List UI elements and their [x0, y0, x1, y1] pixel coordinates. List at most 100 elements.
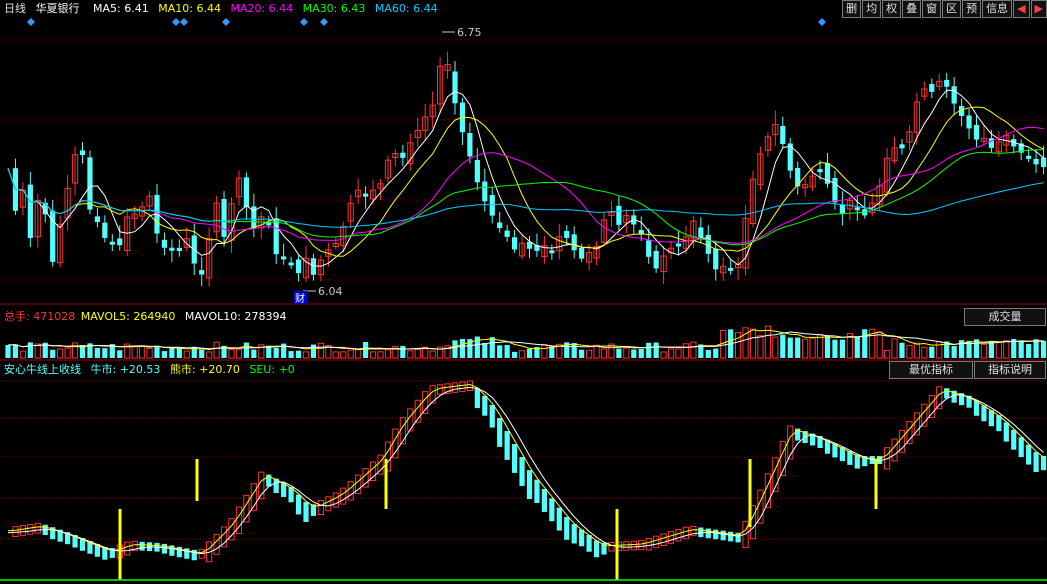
indicator-bar-bull	[630, 540, 637, 551]
event-diamond-icon	[222, 18, 230, 26]
indicator-title[interactable]: 安心牛线上收线	[4, 363, 81, 376]
volume-bar-up	[235, 349, 243, 359]
indicator-description-button[interactable]: 指标说明	[974, 361, 1046, 379]
volume-bar-down	[929, 346, 935, 358]
volume-bar-up	[593, 344, 600, 359]
ma10-line	[7, 106, 1044, 257]
volume-bar-down	[50, 349, 56, 358]
volume-bar-down	[1033, 339, 1039, 358]
volume-bar-up	[682, 343, 690, 359]
volume-bar-down	[1018, 340, 1024, 358]
indicator-bar-bear	[504, 431, 510, 460]
indicator-bar-bear	[586, 535, 592, 552]
volume-bar-up	[600, 348, 608, 359]
volume-bar-down	[713, 348, 719, 358]
indicator-bar-bear	[161, 543, 168, 554]
candle-body-down	[221, 199, 227, 237]
candle-body-down	[899, 144, 905, 149]
candle-body-down	[288, 262, 294, 266]
indicator-bar-bear	[713, 529, 719, 540]
volume-bar-up	[936, 341, 943, 359]
indicator-bar-bull	[623, 541, 630, 551]
volume-panel: 总手: 471028 MAVOL5: 264940 MAVOL10: 27839…	[0, 305, 1047, 361]
volume-bar-up	[57, 348, 64, 359]
volume-bar-down	[832, 339, 838, 358]
volume-bar-up	[131, 345, 138, 359]
volume-bar-up	[690, 341, 697, 359]
candle-body-down	[646, 240, 652, 257]
volume-bar-down	[951, 346, 957, 358]
volume-bar-down	[780, 334, 786, 358]
indicator-bar-bull	[19, 525, 26, 536]
indicator-bar-bull	[392, 428, 399, 459]
candle-body-down	[1033, 158, 1039, 165]
candle-body-down	[79, 150, 86, 155]
volume-bar-down	[646, 342, 652, 358]
candle-body-down	[482, 181, 488, 202]
volume-bar-up	[19, 350, 26, 359]
volume-bar-down	[363, 342, 369, 358]
volume-bar-down	[653, 342, 659, 358]
total-volume-label: 总手: 471028	[4, 310, 76, 323]
candle-body-down	[504, 230, 510, 237]
volume-bar-down	[787, 337, 793, 358]
volume-bar-up	[735, 332, 742, 359]
candle-body-down	[363, 193, 369, 197]
indicator-panel: 安心牛线上收线 牛市: +20.53 熊市: +20.70 SEU: +0 最优…	[0, 361, 1047, 584]
mavol10-label: MAVOL10: 278394	[184, 310, 287, 323]
candle-body-down	[571, 234, 577, 251]
volume-bar-down	[512, 351, 518, 358]
indicator-bar-bear	[541, 489, 547, 512]
volume-bar-up	[347, 349, 354, 359]
candle-body-down	[951, 86, 957, 104]
volume-bar-down	[839, 339, 845, 358]
indicator-bar-bull	[347, 481, 354, 501]
candle-body-down	[728, 267, 734, 271]
volume-bar-down	[27, 342, 33, 358]
price-chart[interactable]: 6.75 6.04 财	[0, 0, 1047, 305]
volume-bar-down	[117, 350, 123, 358]
candle-body-down	[1026, 155, 1032, 159]
indicator-bar-bear	[139, 541, 145, 551]
candle-body-down	[273, 218, 279, 255]
volume-bar-down	[12, 344, 19, 358]
volume-bar-up	[921, 346, 928, 359]
event-diamond-icon	[320, 18, 328, 26]
volume-bar-up	[213, 341, 220, 359]
candle-body-down	[579, 247, 585, 259]
volume-header: 总手: 471028 MAVOL5: 264940 MAVOL10: 27839…	[4, 310, 293, 324]
indicator-bar-bull	[660, 533, 667, 546]
indicator-bar-bear	[534, 479, 540, 503]
indicator-bar-bull	[220, 526, 228, 548]
indicator-bar-bear	[988, 410, 994, 427]
volume-bar-down	[102, 348, 108, 358]
candle-body-down	[467, 133, 473, 157]
indicator-bar-bull	[608, 541, 615, 552]
indicator-bar-bear	[593, 540, 600, 558]
indicator-bar-bull	[645, 537, 652, 551]
indicator-chart[interactable]	[0, 361, 1047, 584]
indicator-bar-bull	[451, 382, 459, 393]
volume-indicator-select[interactable]: 成交量	[964, 308, 1046, 326]
volume-bar-up	[228, 349, 235, 359]
volume-bar-down	[169, 347, 175, 358]
best-indicator-button[interactable]: 最优指标	[889, 361, 973, 379]
volume-bar-up	[884, 350, 891, 359]
mavol10-line	[7, 331, 1044, 350]
volume-bar-down	[795, 337, 801, 358]
volume-bar-up	[876, 331, 883, 359]
volume-bar-down	[400, 345, 406, 358]
candle-body-down	[102, 222, 108, 238]
mavol5-label: MAVOL5: 264940	[80, 310, 176, 323]
volume-bar-up	[906, 345, 913, 359]
candle-body-down	[1040, 157, 1047, 167]
indicator-bar-bear	[512, 444, 518, 473]
volume-bar-down	[497, 345, 503, 358]
volume-bar-up	[355, 348, 362, 359]
volume-bar-up	[1003, 339, 1010, 359]
indicator-bar-bull	[34, 522, 41, 534]
volume-bar-down	[526, 348, 533, 358]
ma30-line	[7, 149, 1044, 246]
candle-body-down	[616, 205, 622, 225]
volume-bar-down	[579, 349, 585, 358]
